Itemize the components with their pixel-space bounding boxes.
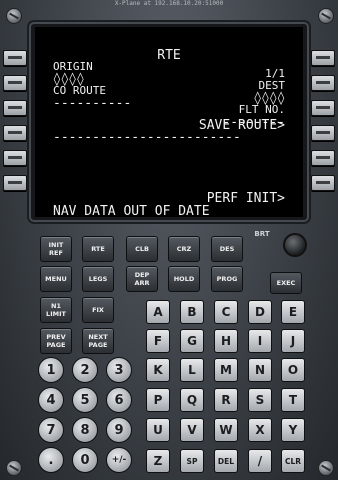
key-y[interactable]: Y <box>281 418 305 442</box>
lsk-6r[interactable] <box>311 175 335 191</box>
prev-page-key[interactable]: PREV PAGE <box>40 328 72 354</box>
fix-key[interactable]: FIX <box>82 297 114 323</box>
lsk-1r[interactable] <box>311 50 335 66</box>
key-u[interactable]: U <box>146 418 170 442</box>
prog-key[interactable]: PROG <box>211 266 243 292</box>
legs-key[interactable]: LEGS <box>82 266 114 292</box>
key-del[interactable]: DEL <box>214 449 238 473</box>
menu-key[interactable]: MENU <box>40 266 72 292</box>
scratchpad: NAV DATA OUT OF DATE <box>53 204 210 217</box>
key-h[interactable]: H <box>214 329 238 353</box>
cdu-panel: X-Plane at 192.168.10.20:51000 RTE 1/1 O… <box>0 0 338 480</box>
key-slash[interactable]: / <box>248 449 272 473</box>
key-z[interactable]: Z <box>146 449 170 473</box>
key-0[interactable]: 0 <box>72 447 98 473</box>
hold-key[interactable]: HOLD <box>168 266 200 292</box>
crz-key[interactable]: CRZ <box>168 236 200 262</box>
key-x[interactable]: X <box>248 418 272 442</box>
key-o[interactable]: O <box>281 358 305 382</box>
key-b[interactable]: B <box>180 300 204 324</box>
dep-arr-key[interactable]: DEP ARR <box>126 266 158 292</box>
window-title: X-Plane at 192.168.10.20:51000 <box>114 0 224 7</box>
key-m[interactable]: M <box>214 358 238 382</box>
screw-icon <box>6 460 22 476</box>
key-sp[interactable]: SP <box>180 449 204 473</box>
key-3[interactable]: 3 <box>106 357 132 383</box>
lsk-5r[interactable] <box>311 150 335 166</box>
screw-icon <box>318 460 334 476</box>
key-7[interactable]: 7 <box>38 417 64 443</box>
lsk-2l[interactable] <box>3 75 27 91</box>
key-t[interactable]: T <box>281 388 305 412</box>
n1-limit-key[interactable]: N1 LIMIT <box>40 297 72 323</box>
key-8[interactable]: 8 <box>72 417 98 443</box>
lsk-6l[interactable] <box>3 175 27 191</box>
key-s[interactable]: S <box>248 388 272 412</box>
key-4[interactable]: 4 <box>38 387 64 413</box>
key-c[interactable]: C <box>214 300 238 324</box>
key-clr[interactable]: CLR <box>281 449 305 473</box>
key-plus-minus[interactable]: +/- <box>106 447 132 473</box>
key-1[interactable]: 1 <box>38 357 64 383</box>
key-6[interactable]: 6 <box>106 387 132 413</box>
lsk-3l[interactable] <box>3 100 27 116</box>
lsk-5l[interactable] <box>3 150 27 166</box>
screw-icon <box>318 8 334 24</box>
rte-key[interactable]: RTE <box>82 236 114 262</box>
init-ref-key[interactable]: INIT REF <box>40 236 72 262</box>
brt-label: BRT <box>254 230 270 238</box>
key-e[interactable]: E <box>281 300 305 324</box>
key-w[interactable]: W <box>214 418 238 442</box>
key-p[interactable]: P <box>146 388 170 412</box>
key-i[interactable]: I <box>248 329 272 353</box>
exec-key[interactable]: EXEC <box>270 272 302 294</box>
clb-key[interactable]: CLB <box>126 236 158 262</box>
key-2[interactable]: 2 <box>72 357 98 383</box>
key-j[interactable]: J <box>281 329 305 353</box>
des-key[interactable]: DES <box>211 236 243 262</box>
key-k[interactable]: K <box>146 358 170 382</box>
key-l[interactable]: L <box>180 358 204 382</box>
key-dot[interactable]: . <box>38 447 64 473</box>
key-g[interactable]: G <box>180 329 204 353</box>
lsk-1l[interactable] <box>3 50 27 66</box>
key-9[interactable]: 9 <box>106 417 132 443</box>
next-page-key[interactable]: NEXT PAGE <box>82 328 114 354</box>
key-a[interactable]: A <box>146 300 170 324</box>
key-v[interactable]: V <box>180 418 204 442</box>
lsk-4r[interactable] <box>311 125 335 141</box>
key-f[interactable]: F <box>146 329 170 353</box>
key-5[interactable]: 5 <box>72 387 98 413</box>
lsk-4l[interactable] <box>3 125 27 141</box>
key-r[interactable]: R <box>214 388 238 412</box>
key-q[interactable]: Q <box>180 388 204 412</box>
screw-icon <box>6 8 22 24</box>
key-d[interactable]: D <box>248 300 272 324</box>
separator-line: ------------------------ <box>53 130 241 145</box>
brightness-knob[interactable] <box>283 233 307 257</box>
cdu-display: RTE 1/1 ORIGIN DEST ◊◊◊◊ ◊◊◊◊ CO ROUTE F… <box>35 27 303 217</box>
lsk-2r[interactable] <box>311 75 335 91</box>
lsk-3r[interactable] <box>311 100 335 116</box>
key-n[interactable]: N <box>248 358 272 382</box>
